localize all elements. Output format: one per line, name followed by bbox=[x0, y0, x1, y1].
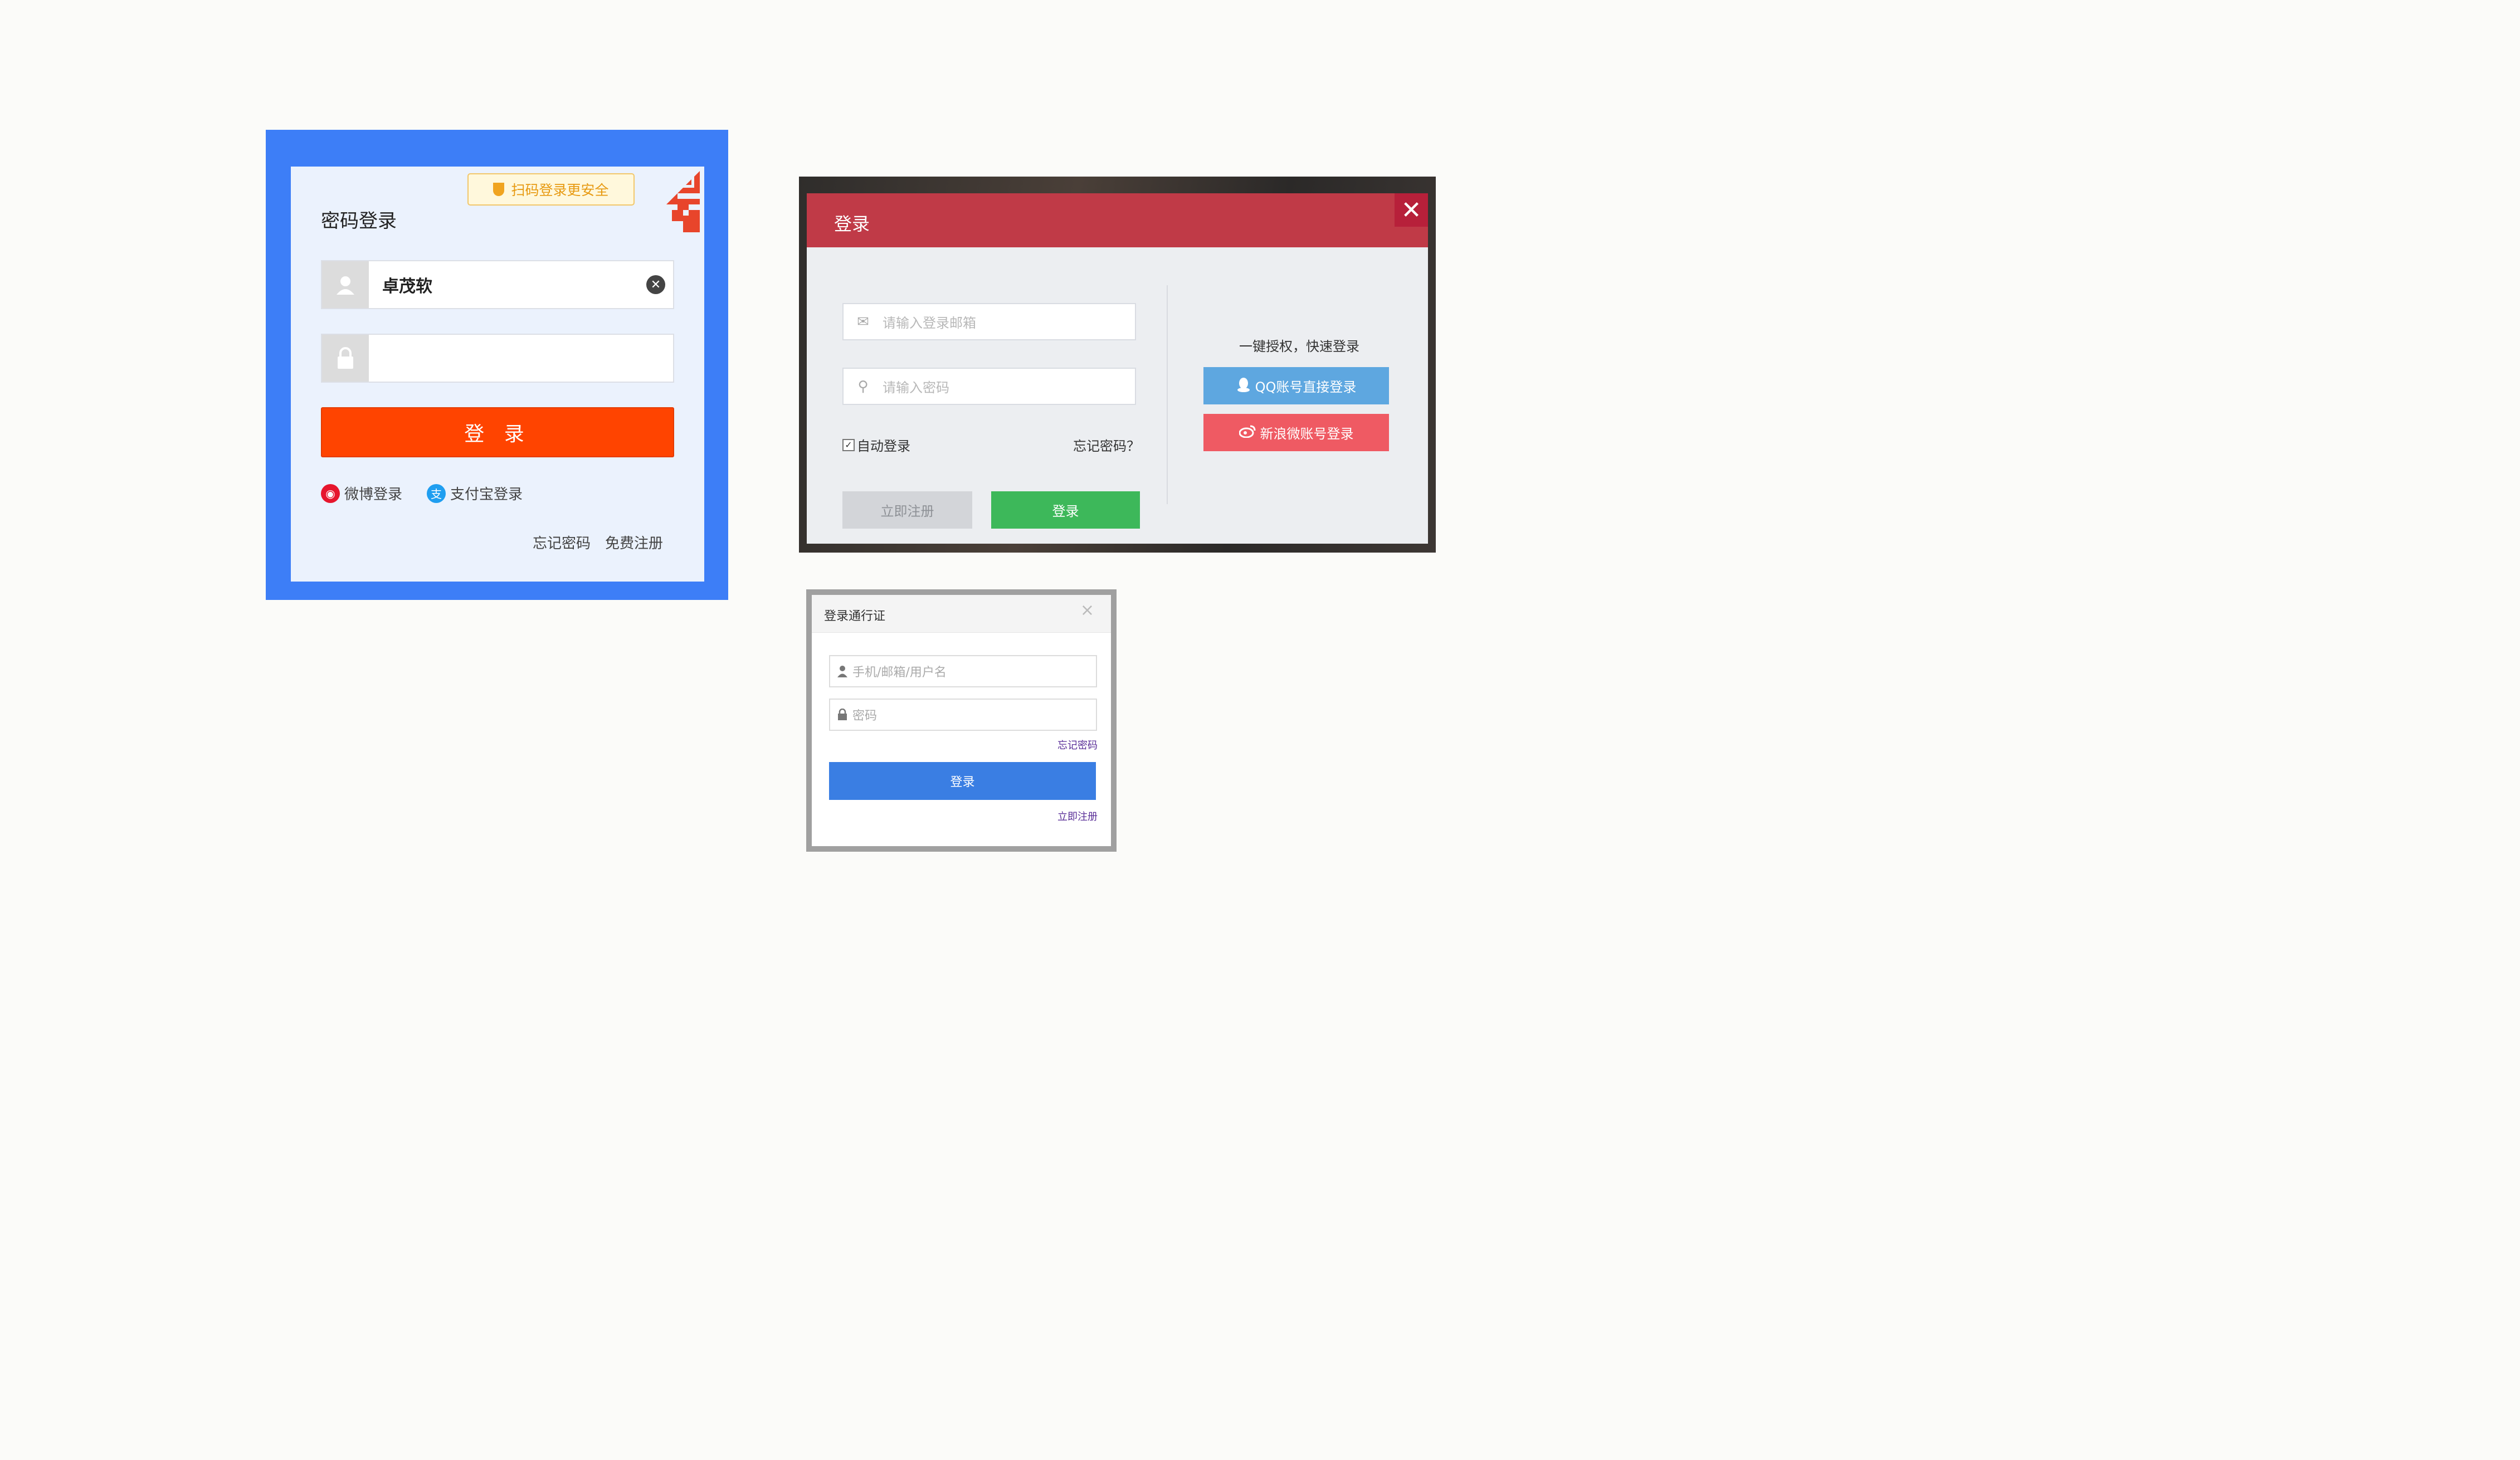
lock-icon bbox=[322, 335, 369, 382]
dialog-title: 登录 bbox=[834, 213, 870, 235]
email-placeholder: 请输入登录邮箱 bbox=[883, 315, 976, 331]
login-dialog: 登录 ✕ ✉ 请输入登录邮箱 ⚲ 请输入密码 ✓ 自动登录 忘记密码？ 立即注册… bbox=[807, 193, 1428, 544]
mail-icon: ✉ bbox=[857, 313, 869, 330]
alipay-login-label: 支付宝登录 bbox=[450, 486, 523, 503]
forgot-password-link[interactable]: 忘记密码 bbox=[533, 532, 591, 553]
passport-title: 登录通行证 bbox=[824, 609, 886, 623]
weibo-login-label: 微博登录 bbox=[344, 486, 403, 503]
quick-login-text: 一键授权，快速登录 bbox=[1239, 339, 1359, 354]
lock-icon bbox=[836, 709, 849, 721]
weibo-icon: ◉ bbox=[321, 484, 340, 503]
qr-corner-mask bbox=[638, 171, 700, 232]
qr-login-tip[interactable]: 扫码登录更安全 bbox=[467, 173, 635, 206]
register-button[interactable]: 立即注册 bbox=[842, 491, 972, 529]
password-field[interactable] bbox=[321, 334, 674, 383]
auto-login-checkbox[interactable]: ✓ 自动登录 bbox=[842, 435, 910, 455]
auto-login-label: 自动登录 bbox=[857, 438, 910, 454]
free-register-link[interactable]: 免费注册 bbox=[605, 532, 663, 553]
password-placeholder: 请输入密码 bbox=[883, 380, 949, 395]
qr-code-icon[interactable] bbox=[638, 171, 700, 232]
qr-login-tip-label: 扫码登录更安全 bbox=[511, 182, 609, 198]
key-icon: ⚲ bbox=[857, 378, 869, 395]
forgot-password-link[interactable]: 忘记密码？ bbox=[1073, 435, 1140, 455]
login-card: 密码登录 扫码登录更安全 卓茂软 ✕ 登 录 ◉ 微博登录 支 支付宝登录 忘记… bbox=[291, 167, 704, 582]
username-field[interactable]: 手机/邮箱/用户名 bbox=[829, 655, 1097, 687]
user-icon bbox=[836, 665, 849, 677]
alipay-icon: 支 bbox=[427, 484, 446, 503]
login-button[interactable]: 登 录 bbox=[321, 407, 674, 457]
alipay-login-link[interactable]: 支 支付宝登录 bbox=[427, 483, 523, 504]
username-placeholder: 手机/邮箱/用户名 bbox=[852, 666, 947, 680]
qq-login-button[interactable]: QQ账号直接登录 bbox=[1203, 367, 1389, 404]
password-field[interactable]: 密码 bbox=[829, 699, 1097, 731]
weibo-login-label: 新浪微账号登录 bbox=[1260, 426, 1354, 442]
user-icon bbox=[322, 261, 369, 308]
register-link[interactable]: 立即注册 bbox=[1057, 809, 1098, 823]
email-field[interactable]: ✉ 请输入登录邮箱 bbox=[842, 303, 1136, 340]
close-icon[interactable]: ✕ bbox=[1395, 193, 1428, 227]
qq-login-label: QQ账号直接登录 bbox=[1255, 379, 1357, 395]
weibo-login-button[interactable]: 新浪微账号登录 bbox=[1203, 414, 1389, 451]
qq-icon bbox=[1236, 377, 1251, 395]
login-button[interactable]: 登录 bbox=[829, 762, 1096, 800]
login-button[interactable]: 登录 bbox=[991, 491, 1140, 529]
username-field[interactable]: 卓茂软 ✕ bbox=[321, 260, 674, 309]
passport-header: 登录通行证 × bbox=[812, 595, 1111, 633]
passport-login-panel: 登录通行证 × 手机/邮箱/用户名 密码 忘记密码 登录 立即注册 bbox=[806, 589, 1117, 852]
login-dialog-dark: 登录 ✕ ✉ 请输入登录邮箱 ⚲ 请输入密码 ✓ 自动登录 忘记密码？ 立即注册… bbox=[799, 177, 1436, 553]
username-value: 卓茂软 bbox=[382, 277, 432, 296]
clear-icon[interactable]: ✕ bbox=[646, 275, 665, 294]
close-icon[interactable]: × bbox=[1080, 600, 1094, 620]
divider bbox=[1167, 285, 1168, 504]
shield-icon bbox=[493, 183, 505, 196]
password-placeholder: 密码 bbox=[852, 709, 878, 723]
password-field[interactable]: ⚲ 请输入密码 bbox=[842, 368, 1136, 405]
login-panel-blue: 密码登录 扫码登录更安全 卓茂软 ✕ 登 录 ◉ 微博登录 支 支付宝登录 忘记… bbox=[266, 130, 728, 600]
forgot-password-link[interactable]: 忘记密码 bbox=[1057, 738, 1098, 752]
weibo-icon bbox=[1239, 424, 1256, 441]
dialog-header: 登录 ✕ bbox=[807, 193, 1428, 247]
checkbox-icon: ✓ bbox=[842, 438, 855, 451]
password-login-title: 密码登录 bbox=[321, 210, 397, 232]
weibo-login-link[interactable]: ◉ 微博登录 bbox=[321, 483, 402, 504]
passport-login-box: 登录通行证 × 手机/邮箱/用户名 密码 忘记密码 登录 立即注册 bbox=[812, 595, 1111, 846]
